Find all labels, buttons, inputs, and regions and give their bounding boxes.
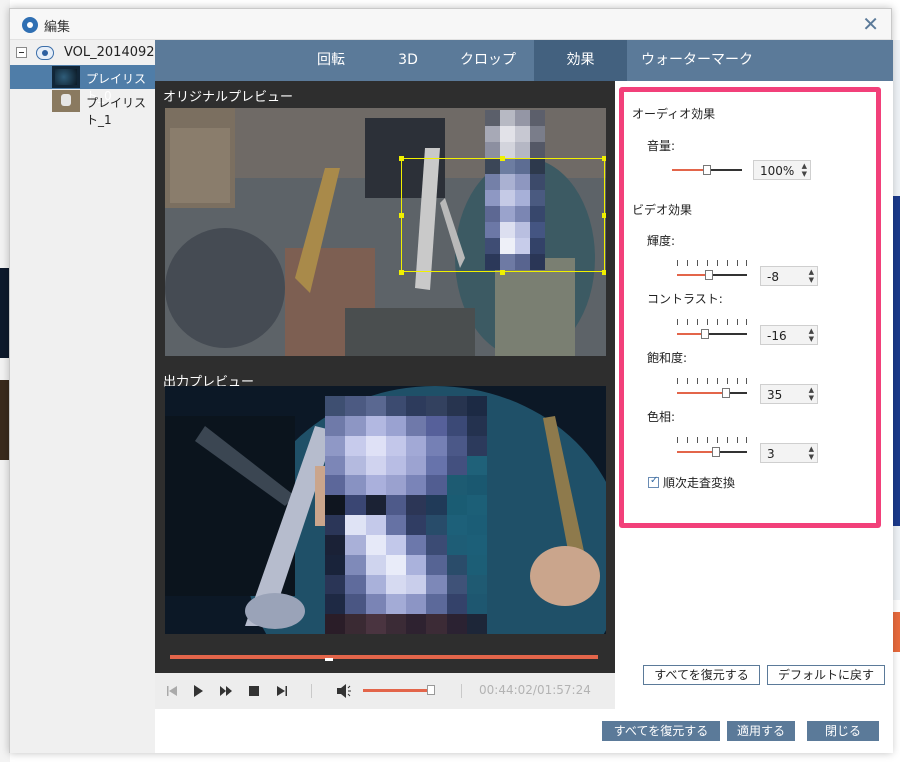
window-title: 編集 <box>44 20 71 35</box>
timecode: 00:44:02/01:57:24 <box>479 683 591 697</box>
brightness-label: 輝度: <box>647 234 676 248</box>
pixelated-face-output <box>325 396 487 634</box>
slider-knob[interactable] <box>705 270 713 280</box>
close-button[interactable]: 閉じる <box>807 721 879 741</box>
tab-crop[interactable]: クロップ <box>443 40 533 81</box>
bluray-disc-icon <box>36 46 54 60</box>
tree-root[interactable]: VOL_2014092 <box>16 44 156 62</box>
video-effects-title: ビデオ効果 <box>632 203 693 217</box>
crop-handle[interactable] <box>500 270 505 275</box>
volume-spinbox[interactable]: 100% ▲ ▼ <box>753 160 811 180</box>
tab-rotate[interactable]: 回転 <box>295 40 367 81</box>
slider-knob[interactable] <box>701 329 709 339</box>
crop-handle[interactable] <box>399 156 404 161</box>
restore-all-button[interactable]: すべてを復元する <box>602 721 720 741</box>
volume-label: 音量: <box>647 139 676 153</box>
playlist-thumbnail <box>52 66 80 88</box>
close-icon[interactable]: ✕ <box>862 12 879 36</box>
spin-arrows-icon[interactable]: ▲ ▼ <box>809 386 814 402</box>
hue-label: 色相: <box>647 410 676 424</box>
saturation-label: 飽和度: <box>647 351 688 365</box>
app-icon <box>22 17 38 33</box>
seek-thumb[interactable] <box>325 658 333 661</box>
volume-value: 100% <box>760 164 795 178</box>
playlist-tree: VOL_2014092 プレイリスト_0 プレイリスト_1 <box>10 40 155 753</box>
apply-button[interactable]: 適用する <box>727 721 795 741</box>
deinterlace-checkbox[interactable] <box>648 475 659 488</box>
volume-effect-slider[interactable] <box>672 165 742 177</box>
volume-icon[interactable] <box>335 682 353 700</box>
original-preview-video <box>165 108 606 356</box>
seek-bar[interactable] <box>170 655 598 659</box>
preview-area: オリジナルプレビュー 出力プレビュー 00:44:02/01:57:24 <box>155 81 615 709</box>
crop-handle[interactable] <box>399 270 404 275</box>
saturation-slider[interactable] <box>677 388 747 400</box>
tab-3d[interactable]: 3D <box>375 40 441 81</box>
hue-spinbox[interactable]: 3 ▲ ▼ <box>760 443 818 463</box>
slider-ticks <box>677 260 747 266</box>
stop-icon[interactable] <box>245 682 263 700</box>
spin-arrows-icon[interactable]: ▲ ▼ <box>802 162 807 178</box>
separator <box>311 684 312 698</box>
tree-item-playlist-1[interactable]: プレイリスト_1 <box>10 89 155 127</box>
crop-handle[interactable] <box>602 156 606 161</box>
brightness-value: -8 <box>767 270 779 284</box>
tree-item-playlist-0[interactable]: プレイリスト_0 <box>10 65 155 103</box>
volume-slider[interactable] <box>363 689 435 692</box>
slider-knob[interactable] <box>712 447 720 457</box>
tab-bar: 回転 3D クロップ 効果 ウォーターマーク <box>155 40 893 81</box>
edit-dialog: 編集 ✕ VOL_2014092 プレイリスト_0 プレイリスト_1 回転 3D… <box>9 8 893 753</box>
playback-controls: 00:44:02/01:57:24 <box>155 673 615 709</box>
volume-slider-thumb[interactable] <box>427 685 435 695</box>
slider-ticks <box>677 378 747 384</box>
tab-effects[interactable]: 効果 <box>534 40 627 81</box>
crop-handle[interactable] <box>602 270 606 275</box>
effects-panel: オーディオ効果 音量: 100% ▲ ▼ ビデオ効果 輝度: -8 ▲ ▼ コントラ… <box>615 81 893 709</box>
saturation-spinbox[interactable]: 35 ▲ ▼ <box>760 384 818 404</box>
slider-ticks <box>677 437 747 443</box>
background-convert-button <box>892 612 900 652</box>
contrast-spinbox[interactable]: -16 ▲ ▼ <box>760 325 818 345</box>
crop-selection-box[interactable] <box>401 158 605 272</box>
fast-forward-icon[interactable] <box>217 682 235 700</box>
deinterlace-checkbox-row[interactable]: 順次走査変換 <box>648 474 735 491</box>
deinterlace-label: 順次走査変換 <box>663 476 736 490</box>
slider-ticks <box>677 319 747 325</box>
contrast-value: -16 <box>767 329 787 343</box>
playlist-thumbnail <box>52 90 80 112</box>
restore-all-effects-button[interactable]: すべてを復元する <box>643 665 760 685</box>
spin-arrows-icon[interactable]: ▲ ▼ <box>809 268 814 284</box>
titlebar: 編集 ✕ <box>10 9 891 40</box>
spin-arrows-icon[interactable]: ▲ ▼ <box>809 445 814 461</box>
tree-item-label: プレイリスト_1 <box>86 96 147 127</box>
hue-value: 3 <box>767 447 775 461</box>
brightness-spinbox[interactable]: -8 ▲ ▼ <box>760 266 818 286</box>
previous-frame-icon[interactable] <box>163 682 181 700</box>
tree-root-label: VOL_2014092 <box>64 45 155 60</box>
contrast-slider[interactable] <box>677 329 747 341</box>
audio-effects-title: オーディオ効果 <box>632 107 716 121</box>
saturation-value: 35 <box>767 388 783 402</box>
crop-handle[interactable] <box>399 213 404 218</box>
spin-arrows-icon[interactable]: ▲ ▼ <box>809 327 814 343</box>
play-icon[interactable] <box>189 682 207 700</box>
next-frame-icon[interactable] <box>273 682 291 700</box>
slider-knob[interactable] <box>703 165 711 175</box>
hue-slider[interactable] <box>677 447 747 459</box>
original-preview-label: オリジナルプレビュー <box>163 90 294 105</box>
output-preview-video <box>165 386 606 634</box>
tab-watermark[interactable]: ウォーターマーク <box>633 40 761 81</box>
crop-handle[interactable] <box>500 156 505 161</box>
dialog-footer: すべてを復元する 適用する 閉じる <box>155 709 893 753</box>
contrast-label: コントラスト: <box>647 292 723 306</box>
crop-handle[interactable] <box>602 213 606 218</box>
reset-default-button[interactable]: デフォルトに戻す <box>767 665 885 685</box>
brightness-slider[interactable] <box>677 270 747 282</box>
collapse-icon[interactable] <box>16 47 27 58</box>
separator <box>461 684 462 698</box>
slider-knob[interactable] <box>722 388 730 398</box>
